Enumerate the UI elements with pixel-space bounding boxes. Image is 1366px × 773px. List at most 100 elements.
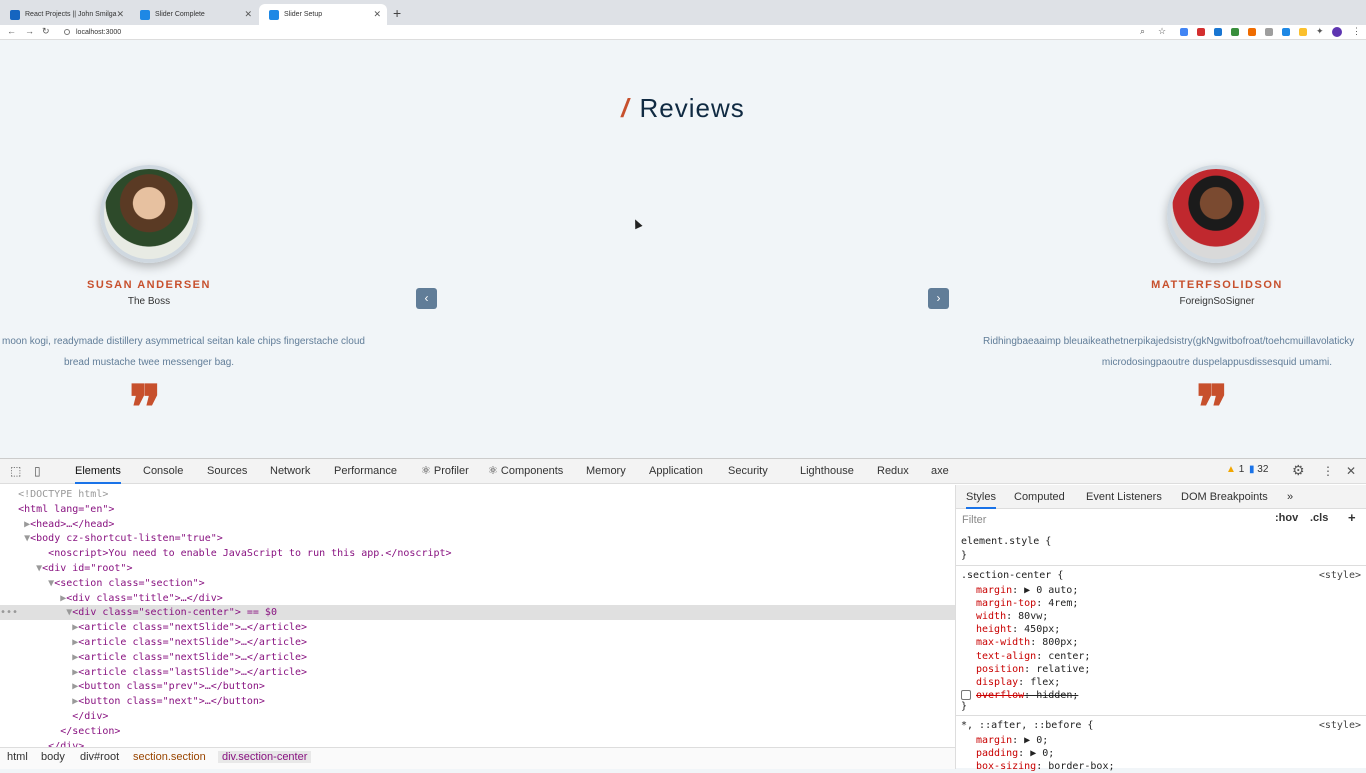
css-declaration[interactable]: height: 450px;: [976, 623, 1060, 636]
tab-close-icon[interactable]: ✕: [116, 9, 124, 20]
browser-menu-icon[interactable]: ⋮: [1352, 26, 1361, 37]
css-declaration[interactable]: margin-top: 4rem;: [976, 597, 1078, 610]
rule-selector[interactable]: *, ::after, ::before {: [961, 719, 1093, 732]
tab-performance[interactable]: Performance: [334, 459, 397, 484]
tab-profiler[interactable]: ⚛ Profiler: [421, 459, 469, 484]
zoom-icon[interactable]: ⌕: [1140, 26, 1145, 37]
tab-memory[interactable]: Memory: [586, 459, 626, 484]
dom-node[interactable]: <!DOCTYPE html>: [0, 487, 955, 502]
expand-toggle-icon[interactable]: ▶: [18, 696, 78, 707]
tab-components[interactable]: ⚛ Components: [488, 459, 563, 484]
breadcrumb-item[interactable]: div#root: [80, 751, 119, 763]
dom-node[interactable]: ▼<div id="root">: [0, 561, 955, 576]
reload-icon[interactable]: ↻: [42, 26, 50, 37]
breadcrumb-item[interactable]: body: [41, 751, 65, 763]
expand-toggle-icon[interactable]: ▶: [18, 593, 66, 604]
tab-computed[interactable]: Computed: [1014, 485, 1065, 509]
rule-selector[interactable]: .section-center {: [961, 569, 1063, 582]
css-declaration[interactable]: text-align: center;: [976, 650, 1090, 663]
tab-event-listeners[interactable]: Event Listeners: [1086, 485, 1162, 509]
extension-icon[interactable]: [1299, 28, 1307, 36]
tab-security[interactable]: Security: [728, 459, 768, 484]
expand-toggle-icon[interactable]: ▶: [18, 652, 78, 663]
tab-axe[interactable]: axe: [931, 459, 949, 484]
dom-node[interactable]: ▶<article class="lastSlide">…</article>: [0, 665, 955, 680]
next-button[interactable]: ›: [928, 288, 949, 309]
css-declaration[interactable]: padding: ▶ 0;: [976, 747, 1054, 760]
bookmark-star-icon[interactable]: ☆: [1158, 26, 1166, 37]
more-options-icon[interactable]: ⋮: [1322, 464, 1334, 478]
css-declaration[interactable]: max-width: 800px;: [976, 636, 1078, 649]
tab-sources[interactable]: Sources: [207, 459, 247, 484]
expand-toggle-icon[interactable]: [18, 711, 72, 722]
css-declaration[interactable]: margin: ▶ 0 auto;: [976, 584, 1078, 597]
dom-node[interactable]: ▶<div class="title">…</div>: [0, 591, 955, 606]
expand-toggle-icon[interactable]: ▼: [18, 533, 30, 544]
expand-toggle-icon[interactable]: ▶: [18, 681, 78, 692]
css-declaration[interactable]: display: flex;: [976, 676, 1060, 689]
css-declaration[interactable]: margin: ▶ 0;: [976, 734, 1048, 747]
dom-node[interactable]: ▶<head>…</head>: [0, 517, 955, 532]
extension-icon[interactable]: [1197, 28, 1205, 36]
rule-source-link[interactable]: <style>: [1319, 719, 1361, 732]
dom-node[interactable]: <html lang="en">: [0, 502, 955, 517]
close-devtools-icon[interactable]: ✕: [1346, 464, 1356, 478]
browser-tab-slider-setup[interactable]: Slider Setup ✕: [259, 4, 387, 25]
messages-badge[interactable]: ▮ 32: [1249, 464, 1268, 475]
css-declaration[interactable]: position: relative;: [976, 663, 1090, 676]
new-tab-button[interactable]: +: [393, 4, 401, 22]
back-icon[interactable]: ←: [7, 26, 16, 36]
dom-node[interactable]: ▶<button class="prev">…</button>: [0, 679, 955, 694]
warnings-badge[interactable]: ▲ 1: [1226, 464, 1244, 475]
tab-lighthouse[interactable]: Lighthouse: [800, 459, 854, 484]
tab-dom-breakpoints[interactable]: DOM Breakpoints: [1181, 485, 1268, 509]
css-declaration[interactable]: box-sizing: border-box;: [976, 760, 1115, 773]
tab-close-icon[interactable]: ✕: [244, 9, 252, 20]
prev-button[interactable]: ‹: [416, 288, 437, 309]
expand-toggle-icon[interactable]: ▶: [18, 519, 30, 530]
extension-icon[interactable]: [1265, 28, 1273, 36]
url-input[interactable]: localhost:3000: [60, 26, 1160, 39]
extension-icon[interactable]: [1248, 28, 1256, 36]
tab-network[interactable]: Network: [270, 459, 310, 484]
extension-icon[interactable]: [1282, 28, 1290, 36]
overflow-checkbox[interactable]: [961, 690, 971, 700]
breadcrumb-item[interactable]: section.section: [133, 751, 206, 763]
rule-source-link[interactable]: <style>: [1319, 569, 1361, 582]
dom-node[interactable]: <noscript>You need to enable JavaScript …: [0, 546, 955, 561]
expand-toggle-icon[interactable]: [18, 548, 48, 559]
profile-avatar[interactable]: [1332, 27, 1342, 37]
tab-redux[interactable]: Redux: [877, 459, 909, 484]
css-declaration[interactable]: overflow: hidden;: [976, 689, 1078, 702]
expand-toggle-icon[interactable]: ▶: [18, 667, 78, 678]
expand-toggle-icon[interactable]: ▶: [18, 622, 78, 633]
dom-node[interactable]: </div>: [0, 709, 955, 724]
extension-icon[interactable]: [1180, 28, 1188, 36]
site-info-icon[interactable]: [64, 29, 70, 35]
breadcrumb-item[interactable]: html: [7, 751, 28, 763]
more-tabs-icon[interactable]: »: [1287, 485, 1293, 509]
browser-tab-slider-complete[interactable]: Slider Complete ✕: [130, 4, 258, 25]
breadcrumb-item-selected[interactable]: div.section-center: [218, 751, 312, 763]
extensions-puzzle-icon[interactable]: ✦: [1316, 26, 1324, 37]
expand-toggle-icon[interactable]: ▼: [18, 563, 42, 574]
dom-node[interactable]: ▼<section class="section">: [0, 576, 955, 591]
expand-toggle-icon[interactable]: ▼: [18, 578, 54, 589]
browser-tab-react-projects[interactable]: React Projects || John Smilga ✕: [0, 4, 130, 25]
hov-toggle[interactable]: :hov: [1275, 512, 1298, 524]
tab-console[interactable]: Console: [143, 459, 183, 484]
tab-elements[interactable]: Elements: [75, 459, 121, 484]
settings-gear-icon[interactable]: ⚙: [1292, 462, 1305, 479]
dom-node[interactable]: </div>: [0, 739, 955, 747]
expand-toggle-icon[interactable]: ▶: [18, 637, 78, 648]
expand-toggle-icon[interactable]: [18, 726, 60, 737]
extension-icon[interactable]: [1231, 28, 1239, 36]
expand-toggle-icon[interactable]: ▼: [24, 607, 72, 618]
styles-filter-input[interactable]: Filter: [962, 512, 1267, 528]
inspect-element-icon[interactable]: ⬚: [10, 464, 21, 478]
tab-application[interactable]: Application: [649, 459, 703, 484]
dom-node-selected[interactable]: ••• ▼<div class="section-center"> == $0: [0, 605, 955, 621]
dom-node[interactable]: ▶<article class="nextSlide">…</article>: [0, 635, 955, 650]
extension-icon[interactable]: [1214, 28, 1222, 36]
new-style-rule-icon[interactable]: +: [1348, 510, 1356, 525]
